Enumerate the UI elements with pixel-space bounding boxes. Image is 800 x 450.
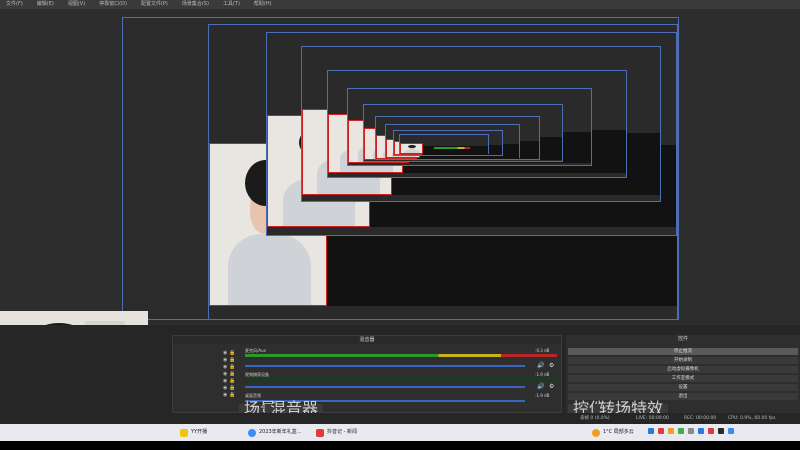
track-db: -0.3 dB — [535, 348, 550, 353]
track-fader[interactable] — [245, 365, 525, 367]
controls-dock: 控件 停止推流 开始录制 启动虚拟摄像机 工作室模式 设置 退出 控件 转场特效 — [566, 335, 800, 417]
stop-stream-button[interactable]: 停止推流 — [568, 348, 798, 355]
taskbar-app[interactable]: YY开播 — [180, 427, 207, 438]
weather-widget[interactable]: 1°C 局部多云 — [592, 427, 634, 438]
taskbar-app-label: 2023年新年礼盒... — [259, 429, 302, 435]
menu-help[interactable]: 帮助(H) — [254, 0, 272, 9]
taskbar-app-label: YY开播 — [191, 429, 208, 435]
weather-label: 1°C 局部多云 — [603, 429, 634, 435]
menu-bar: 文件(F) 编辑(E) 视图(V) 停靠窗口(D) 配置文件(P) 场景集合(S… — [0, 0, 800, 9]
menu-edit[interactable]: 编辑(E) — [37, 0, 54, 9]
preview-canvas[interactable] — [122, 17, 679, 320]
virtual-camera-button[interactable]: 启动虚拟摄像机 — [568, 366, 798, 373]
tray-icon[interactable] — [728, 428, 734, 434]
taskbar-app-label: 抖音记 - 新闻 — [327, 429, 357, 435]
track-db: -1.9 dB — [535, 372, 550, 377]
status-bar: 丢帧 0 (0.0%) LIVE: 00:00:00 REC: 00:00:00… — [0, 413, 800, 424]
visibility-icons[interactable]: ◉ 🔒 ◉ 🔒 ◉ 🔒 ◉ 🔒 ◉ 🔒 ◉ 🔒 ◉ 🔒 — [223, 350, 237, 406]
gear-icon[interactable]: ⚙ — [549, 362, 554, 369]
nested-preview-frame — [399, 134, 489, 154]
taskbar-app[interactable]: 抖音记 - 新闻 — [316, 427, 357, 438]
menu-profile[interactable]: 配置文件(P) — [141, 0, 168, 9]
menu-view[interactable]: 视图(V) — [68, 0, 85, 9]
track-fader[interactable] — [245, 386, 525, 388]
status-rec: REC: 00:00:00 — [684, 416, 717, 421]
status-live: LIVE: 00:00:00 — [636, 416, 669, 421]
tab-mixer[interactable]: 混音器 — [265, 401, 324, 417]
tray-icon[interactable] — [678, 428, 684, 434]
settings-button[interactable]: 设置 — [568, 384, 798, 391]
yy-icon — [180, 428, 188, 437]
track-meter-idle — [245, 378, 557, 381]
status-dropped: 丢帧 0 (0.0%) — [580, 416, 610, 421]
bottom-edge — [0, 441, 800, 450]
chrome-icon — [248, 428, 256, 437]
tray-icon[interactable] — [708, 428, 714, 434]
gear-icon[interactable]: ⚙ — [549, 383, 554, 390]
taskbar: YY开播 2023年新年礼盒... 抖音记 - 新闻 1°C 局部多云 — [0, 424, 800, 441]
taskbar-app[interactable]: 2023年新年礼盒... — [248, 427, 302, 438]
tray-icon[interactable] — [688, 428, 694, 434]
speaker-icon[interactable]: 🔊 — [537, 362, 544, 369]
tray-icon[interactable] — [698, 428, 704, 434]
tray-icon[interactable] — [658, 428, 664, 434]
nested-webcam — [400, 143, 423, 154]
audio-mixer-dock: 混音器 麦克风/Aux -0.3 dB 🔊 ⚙ 视频捕获设备 -1.9 dB 🔊… — [172, 335, 562, 417]
start-record-button[interactable]: 开始录制 — [568, 357, 798, 364]
studio-mode-button[interactable]: 工作室模式 — [568, 375, 798, 382]
nested-meter — [434, 147, 470, 149]
tab-transitions[interactable]: 转场特效 — [594, 401, 669, 417]
track-meter — [245, 354, 557, 357]
menu-scene-collection[interactable]: 场景集合(S) — [182, 0, 209, 9]
speaker-icon[interactable]: 🔊 — [537, 383, 544, 390]
weather-icon — [592, 428, 600, 437]
app-icon — [316, 428, 324, 437]
tray-icon[interactable] — [648, 428, 654, 434]
menu-docks[interactable]: 停靠窗口(D) — [99, 0, 127, 9]
status-cpu: CPU: 0.9%, 60.00 fps — [728, 416, 776, 421]
tray-icon[interactable] — [718, 428, 724, 434]
mixer-title: 混音器 — [173, 336, 561, 344]
track-db: -1.9 dB — [535, 393, 550, 398]
menu-file[interactable]: 文件(F) — [6, 0, 23, 9]
menu-tools[interactable]: 工具(T) — [223, 0, 240, 9]
controls-title: 控件 — [677, 336, 688, 342]
tray-icon[interactable] — [668, 428, 674, 434]
